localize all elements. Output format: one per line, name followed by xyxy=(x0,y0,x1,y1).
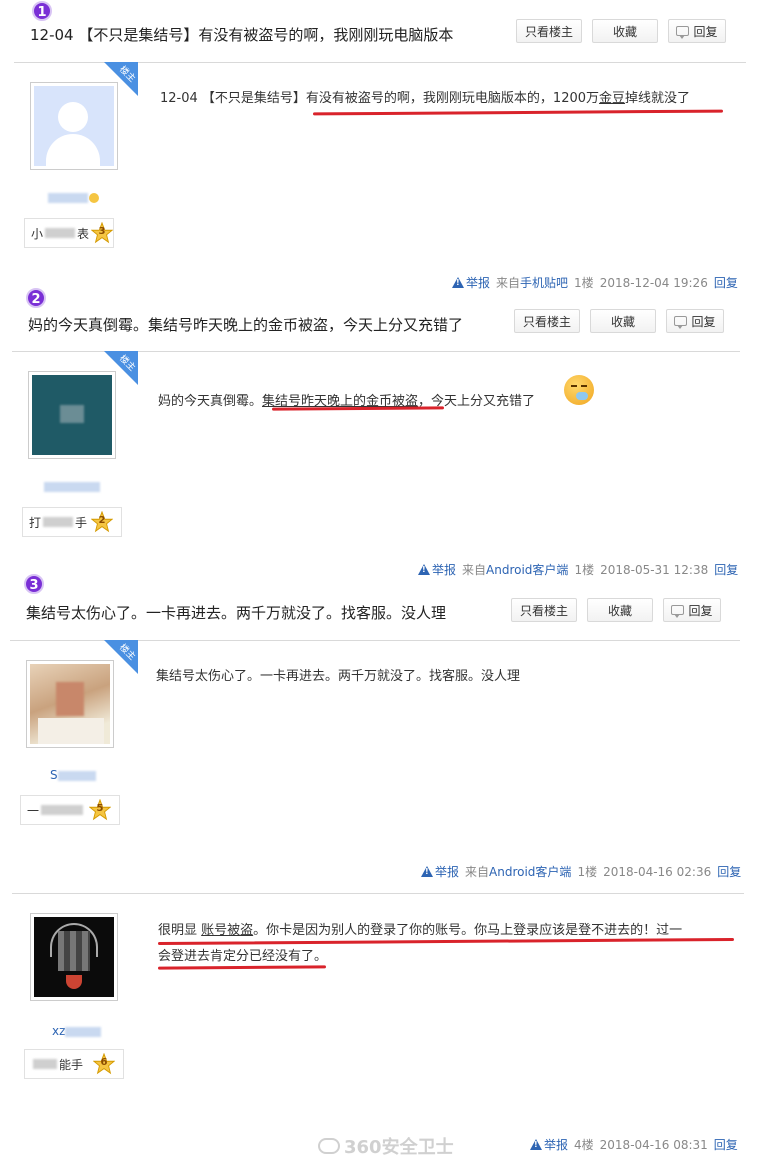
reply-label: 回复 xyxy=(693,24,718,39)
avatar[interactable] xyxy=(26,660,114,748)
warning-icon xyxy=(418,564,430,575)
level-star-icon: 2 xyxy=(90,510,114,533)
watermark: 360安全卫士 xyxy=(318,1133,454,1159)
post-meta: 举报 来自手机贴吧 1楼 2018-12-04 19:26 回复 xyxy=(452,274,738,291)
thread-title: 集结号太伤心了。一卡再进去。两千万就没了。找客服。没人理 xyxy=(26,604,447,622)
favorite-label: 收藏 xyxy=(612,24,637,39)
favorite-button[interactable]: 收藏 xyxy=(587,598,653,622)
user-level-badge[interactable]: 一 5 xyxy=(20,795,120,825)
warning-icon xyxy=(421,866,433,877)
post-time: 2018-12-04 19:26 xyxy=(599,275,708,290)
favorite-button[interactable]: 收藏 xyxy=(590,309,656,333)
reply-icon xyxy=(671,605,685,618)
thread-actions: 只看楼主 收藏 回复 xyxy=(516,19,726,43)
post-content: 集结号太伤心了。一卡再进去。两千万就没了。找客服。没人理 xyxy=(156,669,521,684)
user-level-badge[interactable]: 能手 6 xyxy=(24,1049,124,1079)
avatar[interactable] xyxy=(28,371,116,459)
reply-button[interactable]: 回复 xyxy=(666,309,724,333)
username-link[interactable]: S xyxy=(50,768,96,782)
favorite-button[interactable]: 收藏 xyxy=(592,19,658,43)
source-link[interactable]: Android客户端 xyxy=(486,563,568,577)
only-owner-label: 只看楼主 xyxy=(524,24,573,39)
post-meta: 举报 来自Android客户端 1楼 2018-05-31 12:38 回复 xyxy=(418,561,738,578)
user-level-badge[interactable]: 打手 2 xyxy=(22,507,122,537)
report-link[interactable]: 举报 xyxy=(418,561,456,578)
thread-actions: 只看楼主 收藏 回复 xyxy=(514,309,724,333)
reply-icon xyxy=(674,316,688,329)
user-level-badge[interactable]: 小 表 3 xyxy=(24,218,114,248)
post-meta: 举报 来自Android客户端 1楼 2018-04-16 02:36 回复 xyxy=(421,863,741,880)
level-suffix: 表 xyxy=(77,226,90,241)
only-owner-button[interactable]: 只看楼主 xyxy=(514,309,580,333)
floor-number: 1楼 xyxy=(574,276,594,290)
warning-icon xyxy=(452,277,464,288)
sneeze-emoji-icon xyxy=(564,375,594,405)
post-content: 12-04 【不只是集结号】有没有被盗号的啊，我刚刚玩电脑版本的，1200万金豆… xyxy=(160,91,691,106)
username-link[interactable] xyxy=(48,190,99,204)
level-star-icon: 5 xyxy=(88,798,112,821)
thread-actions: 只看楼主 收藏 回复 xyxy=(511,598,721,622)
username-link[interactable] xyxy=(44,479,100,493)
report-link[interactable]: 举报 xyxy=(452,274,490,291)
weibo-icon xyxy=(318,1138,340,1154)
reply-link[interactable]: 回复 xyxy=(717,863,741,880)
reply-button[interactable]: 回复 xyxy=(663,598,721,622)
post-content: 妈的今天真倒霉。集结号昨天晚上的金币被盗，今天上分又充错了 xyxy=(158,394,536,409)
owner-tag: 楼主 xyxy=(104,640,138,674)
warning-icon xyxy=(530,1139,542,1150)
thread-title: 12-04 【不只是集结号】有没有被盗号的啊，我刚刚玩电脑版本 xyxy=(30,26,454,44)
thread-title: 妈的今天真倒霉。集结号昨天晚上的金币被盗，今天上分又充错了 xyxy=(28,316,464,334)
owner-tag: 楼主 xyxy=(104,62,138,96)
report-link[interactable]: 举报 xyxy=(530,1136,568,1153)
level-number: 3 xyxy=(98,226,106,237)
thread-number-badge: 2 xyxy=(26,288,46,308)
thread-number-badge: 1 xyxy=(32,1,52,21)
avatar[interactable] xyxy=(30,913,118,1001)
thread-number-badge: 3 xyxy=(24,574,44,594)
source-link[interactable]: 手机贴吧 xyxy=(520,276,568,290)
only-owner-button[interactable]: 只看楼主 xyxy=(516,19,582,43)
level-star-icon: 6 xyxy=(92,1052,116,1075)
post-meta: 举报 4楼 2018-04-16 08:31 回复 xyxy=(530,1136,738,1153)
reply-icon xyxy=(676,26,690,39)
reply-button[interactable]: 回复 xyxy=(668,19,726,43)
divider xyxy=(12,893,744,894)
owner-tag: 楼主 xyxy=(104,351,138,385)
reply-link[interactable]: 回复 xyxy=(714,1136,738,1153)
reply-link[interactable]: 回复 xyxy=(714,274,738,291)
username-link[interactable]: xz xyxy=(52,1024,102,1038)
source-link[interactable]: Android客户端 xyxy=(489,865,571,879)
level-name: 小 xyxy=(31,226,44,241)
level-star-icon: 3 xyxy=(90,221,114,244)
reply-link[interactable]: 回复 xyxy=(714,561,738,578)
only-owner-button[interactable]: 只看楼主 xyxy=(511,598,577,622)
owner-tag-label: 楼主 xyxy=(117,64,137,85)
report-link[interactable]: 举报 xyxy=(421,863,459,880)
